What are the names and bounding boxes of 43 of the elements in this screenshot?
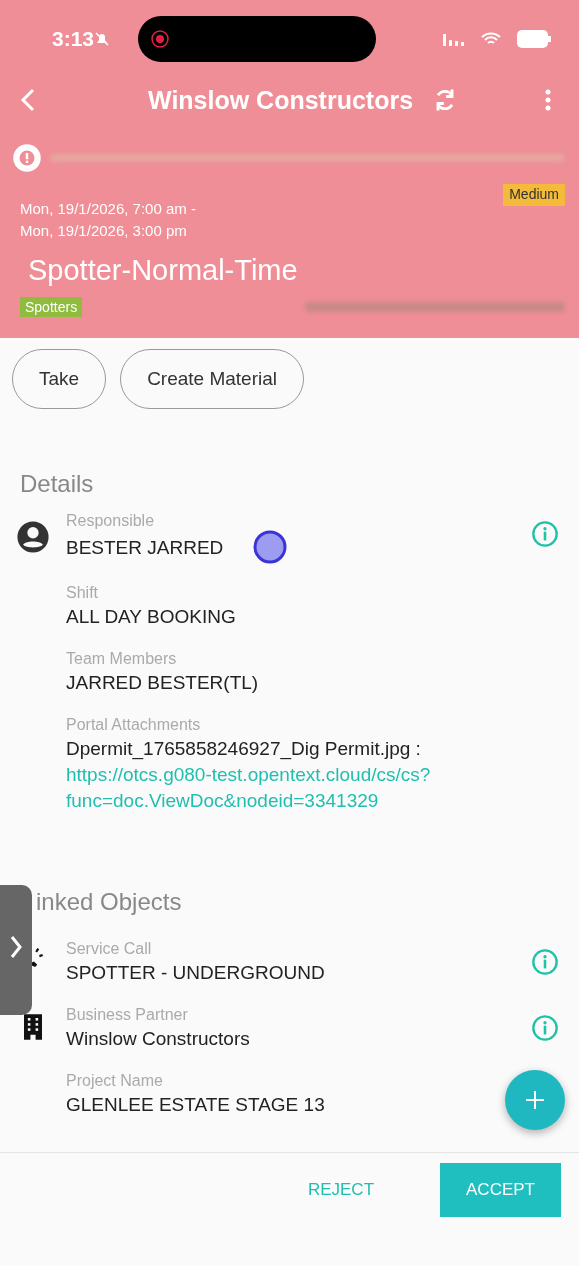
more-icon[interactable] bbox=[545, 88, 551, 112]
page-title: Winslow Constructors bbox=[148, 85, 414, 115]
field-label: Business Partner bbox=[66, 1006, 189, 1024]
battery-icon bbox=[517, 30, 551, 48]
section-title: Details bbox=[20, 470, 95, 498]
field-label: Portal Attachments bbox=[66, 716, 202, 734]
field-value: BESTER JARRED bbox=[66, 536, 224, 560]
field-value: ALL DAY BOOKING bbox=[66, 605, 236, 629]
plus-icon bbox=[525, 1090, 545, 1110]
add-button[interactable] bbox=[505, 1070, 565, 1130]
accept-button[interactable]: ACCEPT bbox=[440, 1163, 561, 1217]
chevron-icon bbox=[10, 935, 22, 959]
alert-icon bbox=[12, 143, 42, 173]
field-label: Responsible bbox=[66, 512, 156, 530]
field-value: SPOTTER - UNDERGROUND bbox=[66, 961, 325, 985]
status-time: 3:13 bbox=[52, 27, 95, 51]
field-value: GLENLEE ESTATE STAGE 13 bbox=[66, 1093, 325, 1117]
priority-badge: Medium bbox=[503, 184, 565, 206]
reject-button[interactable]: REJECT bbox=[281, 1163, 401, 1217]
building-icon bbox=[24, 1014, 42, 1040]
attachment-link[interactable]: https://otcs.g080-test.opentext.cloud/cs/cs?func=doc.ViewDoc&nodeid=3341329 bbox=[66, 762, 559, 814]
field-value: Dpermit_1765858246927_Dig Permit.jpg : https://otcs.g080-test.opentext.cloud/cs/cs?func=doc.ViewDoc&nodeid=3341329 bbox=[66, 736, 559, 814]
record-icon bbox=[150, 29, 171, 49]
signal-icon bbox=[443, 32, 465, 46]
action-chip[interactable]: Create Material bbox=[120, 349, 305, 409]
field-value: JARRED BESTER(TL) bbox=[66, 671, 259, 695]
info-icon[interactable] bbox=[531, 520, 559, 548]
drawer-handle[interactable] bbox=[0, 885, 32, 1015]
category-tag: Spotters bbox=[20, 297, 83, 317]
bell-muted-icon bbox=[94, 31, 111, 47]
action-chip[interactable]: Take bbox=[12, 349, 107, 409]
field-label: Project Name bbox=[66, 1072, 164, 1090]
back-icon[interactable] bbox=[20, 88, 36, 112]
field-label: Team Members bbox=[66, 650, 178, 668]
info-icon[interactable] bbox=[531, 1014, 559, 1042]
person-icon bbox=[16, 520, 50, 554]
info-icon[interactable] bbox=[531, 948, 559, 976]
field-label: Service Call bbox=[66, 940, 153, 958]
task-name: Spotter-Normal-Time bbox=[28, 254, 299, 287]
date-range: Mon, 19/1/2026, 7:00 am - Mon, 19/1/2026, 3:00 pm bbox=[20, 199, 196, 241]
section-title: inked Objects bbox=[36, 888, 183, 916]
field-label: Shift bbox=[66, 584, 99, 602]
field-value: Winslow Constructors bbox=[66, 1027, 250, 1051]
